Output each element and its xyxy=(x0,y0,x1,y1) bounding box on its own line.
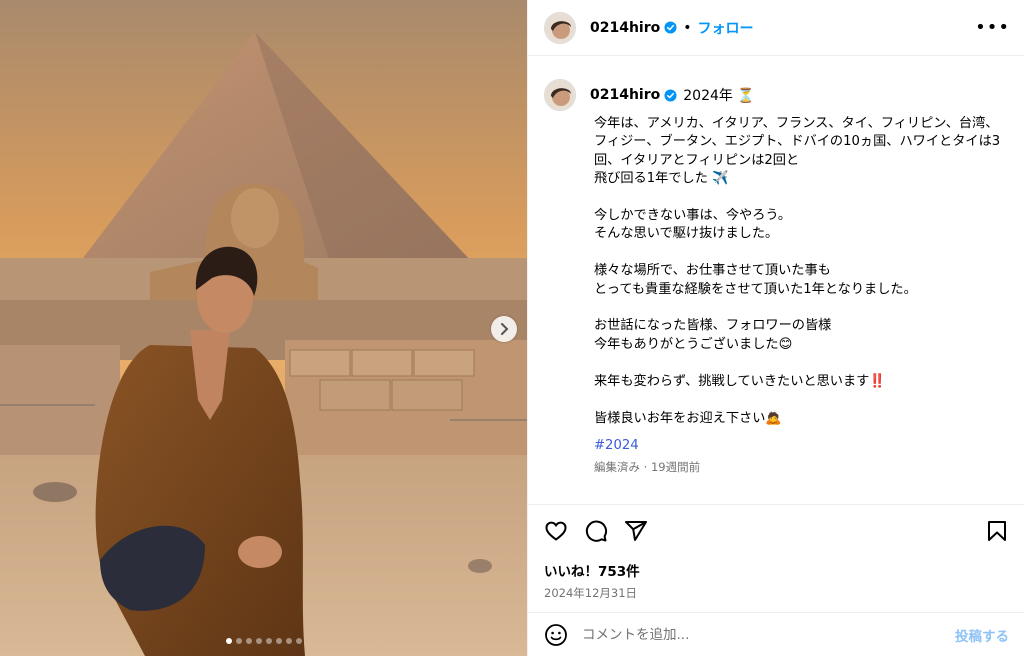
comment-icon[interactable] xyxy=(584,519,608,543)
caption-area: 0214hiro 2024年 ⏳ 今年は、アメリカ、イタリア、フランス、タイ、フ… xyxy=(528,57,1024,504)
caption-text: 今年は、アメリカ、イタリア、フランス、タイ、フィリピン、台湾、フィジー、ブータン… xyxy=(594,116,1001,426)
carousel-dot xyxy=(235,638,242,644)
edited-timestamp: 編集済み · 19週間前 xyxy=(594,459,701,474)
next-slide-button[interactable] xyxy=(491,316,517,342)
carousel-dot xyxy=(225,638,232,644)
dot-separator: • xyxy=(683,19,692,36)
caption-header: 0214hiro 2024年 ⏳ xyxy=(544,79,1009,111)
action-bar xyxy=(544,517,1009,545)
comment-composer: 投稿する xyxy=(528,612,1024,656)
avatar[interactable] xyxy=(544,11,576,44)
share-icon[interactable] xyxy=(624,519,648,543)
comment-input[interactable] xyxy=(582,626,955,643)
avatar[interactable] xyxy=(544,79,576,111)
carousel-indicator xyxy=(0,638,527,644)
heart-icon[interactable] xyxy=(544,519,568,543)
carousel-dot xyxy=(275,638,282,644)
bookmark-icon[interactable] xyxy=(985,519,1009,543)
carousel-dot xyxy=(285,638,292,644)
carousel-dot xyxy=(245,638,252,644)
more-options-icon[interactable]: ••• xyxy=(975,17,1010,38)
post-actions: いいね！753件 2024年12月31日 xyxy=(528,504,1024,610)
post-media[interactable] xyxy=(0,0,527,656)
verified-badge-icon xyxy=(664,88,677,102)
follow-button[interactable]: フォロー xyxy=(698,18,754,38)
post-header: 0214hiro • フォロー ••• xyxy=(528,0,1024,56)
post-comment-button[interactable]: 投稿する xyxy=(955,625,1009,645)
post-photo xyxy=(0,0,527,656)
post-date: 2024年12月31日 xyxy=(544,586,638,600)
carousel-dot xyxy=(255,638,262,644)
post-side-panel: 0214hiro • フォロー ••• 0214hiro 2024年 ⏳ 今年は… xyxy=(527,0,1024,656)
verified-badge-icon xyxy=(664,21,677,34)
caption-username[interactable]: 0214hiro xyxy=(590,87,660,103)
carousel-dot xyxy=(295,638,302,644)
chevron-right-icon xyxy=(499,320,509,339)
like-count[interactable]: いいね！753件 xyxy=(544,560,1009,580)
post-modal: 0214hiro • フォロー ••• 0214hiro 2024年 ⏳ 今年は… xyxy=(0,0,1024,656)
username[interactable]: 0214hiro xyxy=(590,20,660,36)
caption-inline-text: 2024年 ⏳ xyxy=(683,88,755,104)
hashtag-link[interactable]: #2024 xyxy=(594,438,639,453)
carousel-dot xyxy=(265,638,272,644)
emoji-icon[interactable] xyxy=(544,623,568,647)
